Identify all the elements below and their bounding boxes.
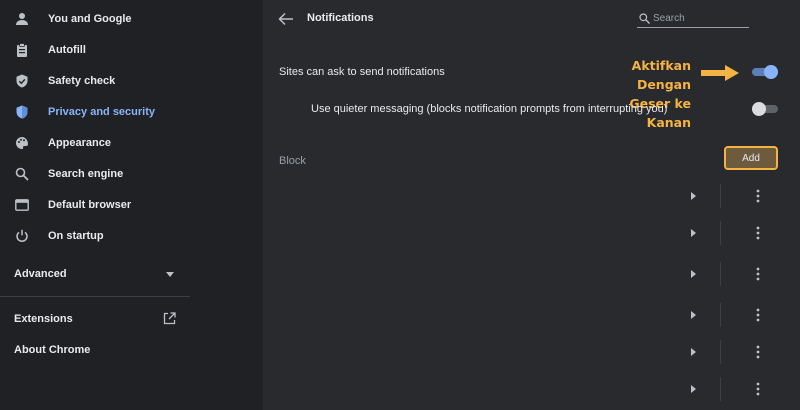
external-link-icon (163, 312, 176, 325)
expand-arrow-icon[interactable] (689, 347, 697, 357)
expand-arrow-icon[interactable] (689, 269, 697, 279)
sidebar-item-label: Autofill (48, 44, 86, 56)
search-input[interactable] (653, 11, 747, 26)
row-separator (720, 303, 721, 327)
row-separator (720, 377, 721, 401)
main-panel: Notifications Sites can ask to send noti… (263, 0, 800, 410)
toggle-knob (764, 65, 778, 79)
back-arrow-icon[interactable] (278, 12, 294, 26)
search-icon (639, 13, 650, 24)
sidebar-item-on-startup[interactable]: On startup (0, 222, 190, 250)
sidebar-item-label: Appearance (48, 137, 111, 149)
clipboard-icon (15, 43, 29, 57)
list-item (263, 181, 800, 211)
advanced-label: Advanced (14, 268, 67, 280)
more-vert-icon[interactable] (755, 345, 761, 359)
list-item (263, 337, 800, 367)
add-block-site-button[interactable]: Add (724, 146, 778, 170)
toggle-knob (752, 102, 766, 116)
sidebar-item-label: On startup (48, 230, 104, 242)
shield-check-icon (15, 74, 29, 88)
sidebar-item-extensions[interactable]: Extensions (14, 307, 184, 331)
search-field[interactable] (637, 10, 749, 28)
caret-down-icon (166, 272, 174, 277)
person-icon (15, 12, 29, 26)
expand-arrow-icon[interactable] (689, 191, 697, 201)
advanced-section-toggle[interactable]: Advanced (14, 262, 184, 286)
sidebar-item-appearance[interactable]: Appearance (0, 129, 190, 157)
annotation-line-1: Aktifkan Dengan (631, 58, 691, 92)
about-chrome-label: About Chrome (14, 344, 91, 356)
extensions-label: Extensions (14, 313, 73, 325)
page-title: Notifications (307, 12, 374, 24)
arrow-right-icon (701, 65, 739, 81)
more-vert-icon[interactable] (755, 189, 761, 203)
more-vert-icon[interactable] (755, 382, 761, 396)
quieter-messaging-toggle[interactable] (752, 102, 778, 116)
expand-arrow-icon[interactable] (689, 384, 697, 394)
sidebar-item-label: Safety check (48, 75, 116, 87)
row-separator (720, 340, 721, 364)
sidebar-item-label: Search engine (48, 168, 124, 180)
sidebar-item-safety-check[interactable]: Safety check (0, 67, 190, 95)
row-separator (720, 221, 721, 245)
list-item (263, 374, 800, 404)
shield-icon (15, 105, 29, 119)
browser-icon (15, 198, 29, 212)
quieter-messaging-label: Use quieter messaging (blocks notificati… (311, 103, 668, 115)
sidebar-item-autofill[interactable]: Autofill (0, 36, 190, 64)
list-item (263, 259, 800, 289)
sidebar-item-about-chrome[interactable]: About Chrome (14, 338, 184, 362)
power-icon (15, 229, 29, 243)
sidebar-item-label: Default browser (48, 199, 132, 211)
sites-can-ask-label: Sites can ask to send notifications (279, 66, 445, 78)
more-vert-icon[interactable] (755, 308, 761, 322)
sidebar-item-label: You and Google (48, 13, 132, 25)
instruction-annotation: Aktifkan Dengan Geser ke Kanan (581, 56, 691, 132)
sidebar-item-search-engine[interactable]: Search engine (0, 160, 190, 188)
list-item (263, 218, 800, 248)
row-separator (720, 184, 721, 208)
block-section-label: Block (279, 155, 306, 167)
expand-arrow-icon[interactable] (689, 310, 697, 320)
more-vert-icon[interactable] (755, 226, 761, 240)
page-header: Notifications (263, 0, 800, 40)
sidebar-item-label: Privacy and security (48, 106, 156, 118)
sidebar-item-you-and-google[interactable]: You and Google (0, 5, 190, 33)
sidebar: You and Google Autofill Safety check Pri… (0, 0, 190, 410)
row-separator (720, 262, 721, 286)
list-item (263, 300, 800, 330)
sidebar-item-privacy-and-security[interactable]: Privacy and security (0, 98, 190, 126)
palette-icon (15, 136, 29, 150)
sidebar-divider (0, 296, 190, 297)
more-vert-icon[interactable] (755, 267, 761, 281)
sidebar-item-default-browser[interactable]: Default browser (0, 191, 190, 219)
search-icon (15, 167, 29, 181)
sites-can-ask-toggle[interactable] (752, 65, 778, 79)
expand-arrow-icon[interactable] (689, 228, 697, 238)
